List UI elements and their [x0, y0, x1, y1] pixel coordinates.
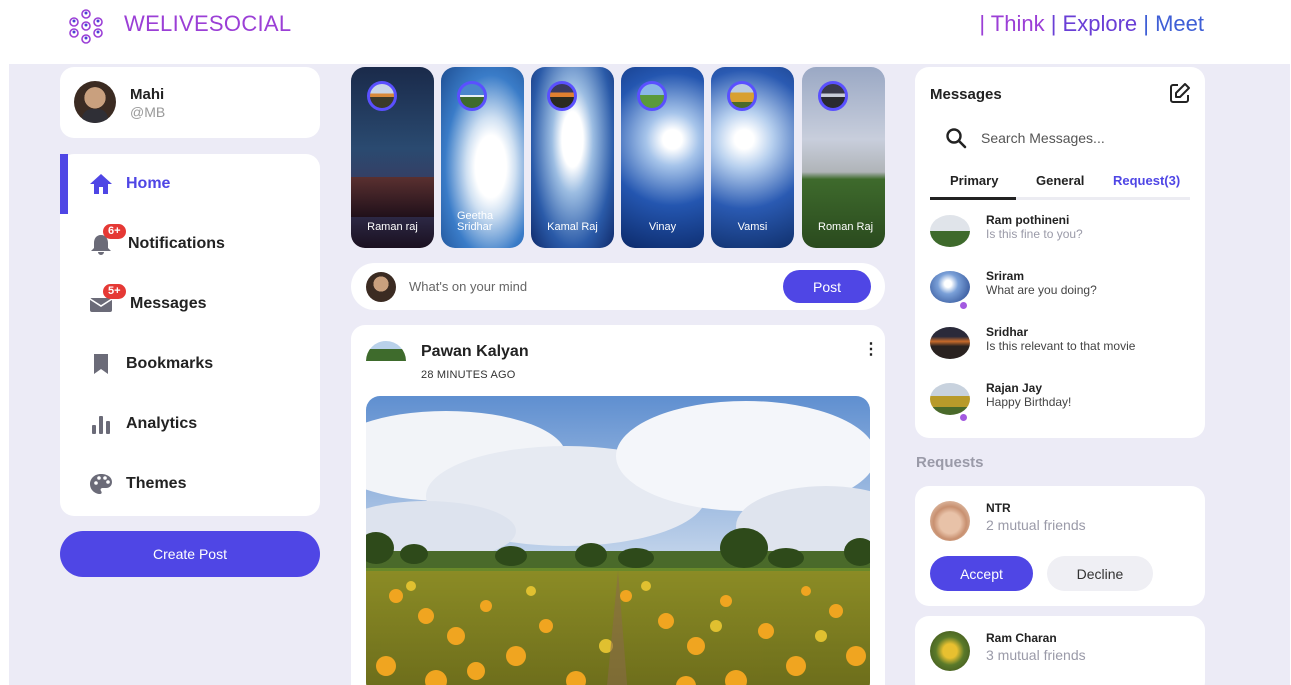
sidebar-item-analytics[interactable]: Analytics [60, 394, 320, 454]
story-avatar [637, 81, 667, 111]
message-item[interactable]: Rajan Jay Happy Birthday! [930, 381, 1190, 423]
message-preview: Is this relevant to that movie [986, 339, 1136, 353]
profile-handle: @MB [130, 104, 166, 120]
message-item[interactable]: Ram pothineni Is this fine to you? [930, 213, 1190, 255]
accept-button[interactable]: Accept [930, 556, 1033, 591]
message-preview: Is this fine to you? [986, 227, 1083, 241]
story-name: Raman raj [367, 221, 418, 233]
tagline-think: | Think [979, 11, 1051, 36]
profile-card[interactable]: Mahi @MB [60, 67, 320, 138]
messages-badge: 5+ [103, 284, 126, 299]
request-name[interactable]: Ram Charan [986, 631, 1057, 645]
sidebar-item-themes[interactable]: Themes [60, 454, 320, 514]
home-icon [90, 174, 112, 194]
avatar [930, 631, 970, 671]
profile-name: Mahi [130, 86, 165, 103]
brand-name[interactable]: WELIVESOCIAL [124, 11, 291, 37]
decline-button[interactable]: Decline [1047, 556, 1153, 591]
bookmark-icon [94, 354, 108, 374]
avatar [930, 271, 970, 303]
message-tabs: Primary General Request(3) [930, 170, 1190, 200]
story-avatar [818, 81, 848, 111]
sidebar-item-notifications[interactable]: 6+ Notifications [60, 214, 320, 274]
message-preview: What are you doing? [986, 283, 1097, 297]
story-card[interactable]: Raman raj [351, 67, 434, 248]
story-card[interactable]: Vinay [621, 67, 704, 248]
tab-primary[interactable]: Primary [950, 173, 998, 188]
mutual-friends: 2 mutual friends [986, 517, 1086, 533]
story-card[interactable]: Geetha Sridhar [441, 67, 524, 248]
post-input[interactable] [409, 276, 769, 296]
more-options-icon[interactable]: ⋮ [863, 342, 879, 358]
post-author[interactable]: Pawan Kalyan [421, 343, 529, 361]
avatar [930, 383, 970, 415]
sidebar-item-bookmarks[interactable]: Bookmarks [60, 334, 320, 394]
top-navbar: WELIVESOCIAL | Think | Explore | Meet [0, 0, 1291, 52]
sidebar-item-label: Notifications [128, 235, 225, 252]
story-avatar [457, 81, 487, 111]
active-tab-indicator [930, 197, 1016, 200]
message-preview: Happy Birthday! [986, 395, 1072, 409]
create-post-button[interactable]: Create Post [60, 531, 320, 577]
avatar [930, 215, 970, 247]
story-name: Kamal Raj [547, 221, 598, 233]
avatar [74, 81, 116, 123]
edit-icon[interactable] [1169, 82, 1191, 104]
message-search [945, 125, 1185, 151]
search-input[interactable] [981, 128, 1181, 148]
story-name: Vamsi [737, 221, 768, 233]
sidebar-item-messages[interactable]: 5+ Messages [60, 274, 320, 334]
message-item[interactable]: Sridhar Is this relevant to that movie [930, 325, 1190, 367]
tagline-meet: | Meet [1143, 11, 1204, 36]
message-sender: Sriram [986, 269, 1025, 283]
search-icon [946, 128, 967, 149]
message-sender: Ram pothineni [986, 213, 1070, 227]
post-button[interactable]: Post [783, 270, 871, 303]
story-avatar [547, 81, 577, 111]
message-sender: Sridhar [986, 325, 1029, 339]
messages-panel: Messages Primary General Request(3) Ram … [915, 67, 1205, 438]
message-item[interactable]: Sriram What are you doing? [930, 269, 1190, 311]
post-image[interactable] [366, 396, 870, 685]
sidebar-item-label: Bookmarks [126, 355, 214, 372]
tagline: | Think | Explore | Meet [979, 11, 1204, 37]
messages-title: Messages [930, 86, 1002, 103]
story-card[interactable]: Kamal Raj [531, 67, 614, 248]
story-avatar [367, 81, 397, 111]
palette-icon [90, 474, 112, 494]
avatar [930, 501, 970, 541]
avatar [366, 341, 406, 361]
sidebar-nav: Home 6+ Notifications 5+ Messages Bookma… [60, 154, 320, 516]
tab-general[interactable]: General [1036, 173, 1084, 188]
story-avatar [727, 81, 757, 111]
avatar [366, 272, 396, 302]
message-sender: Rajan Jay [986, 381, 1043, 395]
logo-icon[interactable] [66, 6, 106, 46]
story-name: Geetha Sridhar [457, 210, 494, 233]
online-indicator [960, 414, 967, 421]
post-time: 28 MINUTES AGO [421, 369, 516, 381]
requests-title: Requests [916, 454, 984, 471]
tagline-explore: | Explore [1050, 11, 1144, 36]
sidebar-item-home[interactable]: Home [60, 154, 320, 214]
post-composer: Post [351, 263, 885, 310]
tab-request[interactable]: Request(3) [1113, 173, 1180, 188]
bar-chart-icon [92, 416, 110, 434]
request-name[interactable]: NTR [986, 501, 1011, 515]
sidebar-item-label: Analytics [126, 415, 198, 432]
sidebar-item-label: Home [126, 175, 171, 192]
feed-post: Pawan Kalyan 28 MINUTES AGO ⋮ [351, 325, 885, 685]
friend-request-card: Ram Charan 3 mutual friends [915, 616, 1205, 685]
mutual-friends: 3 mutual friends [986, 647, 1086, 663]
friend-request-card: NTR 2 mutual friends Accept Decline [915, 486, 1205, 606]
story-name: Vinay [648, 221, 677, 233]
story-card[interactable]: Vamsi [711, 67, 794, 248]
online-indicator [960, 302, 967, 309]
story-card[interactable]: Roman Raj [802, 67, 885, 248]
story-name: Roman Raj [818, 221, 874, 233]
sidebar-item-label: Themes [126, 475, 187, 492]
avatar [930, 327, 970, 359]
notification-badge: 6+ [103, 224, 126, 239]
sidebar-item-label: Messages [130, 295, 207, 312]
